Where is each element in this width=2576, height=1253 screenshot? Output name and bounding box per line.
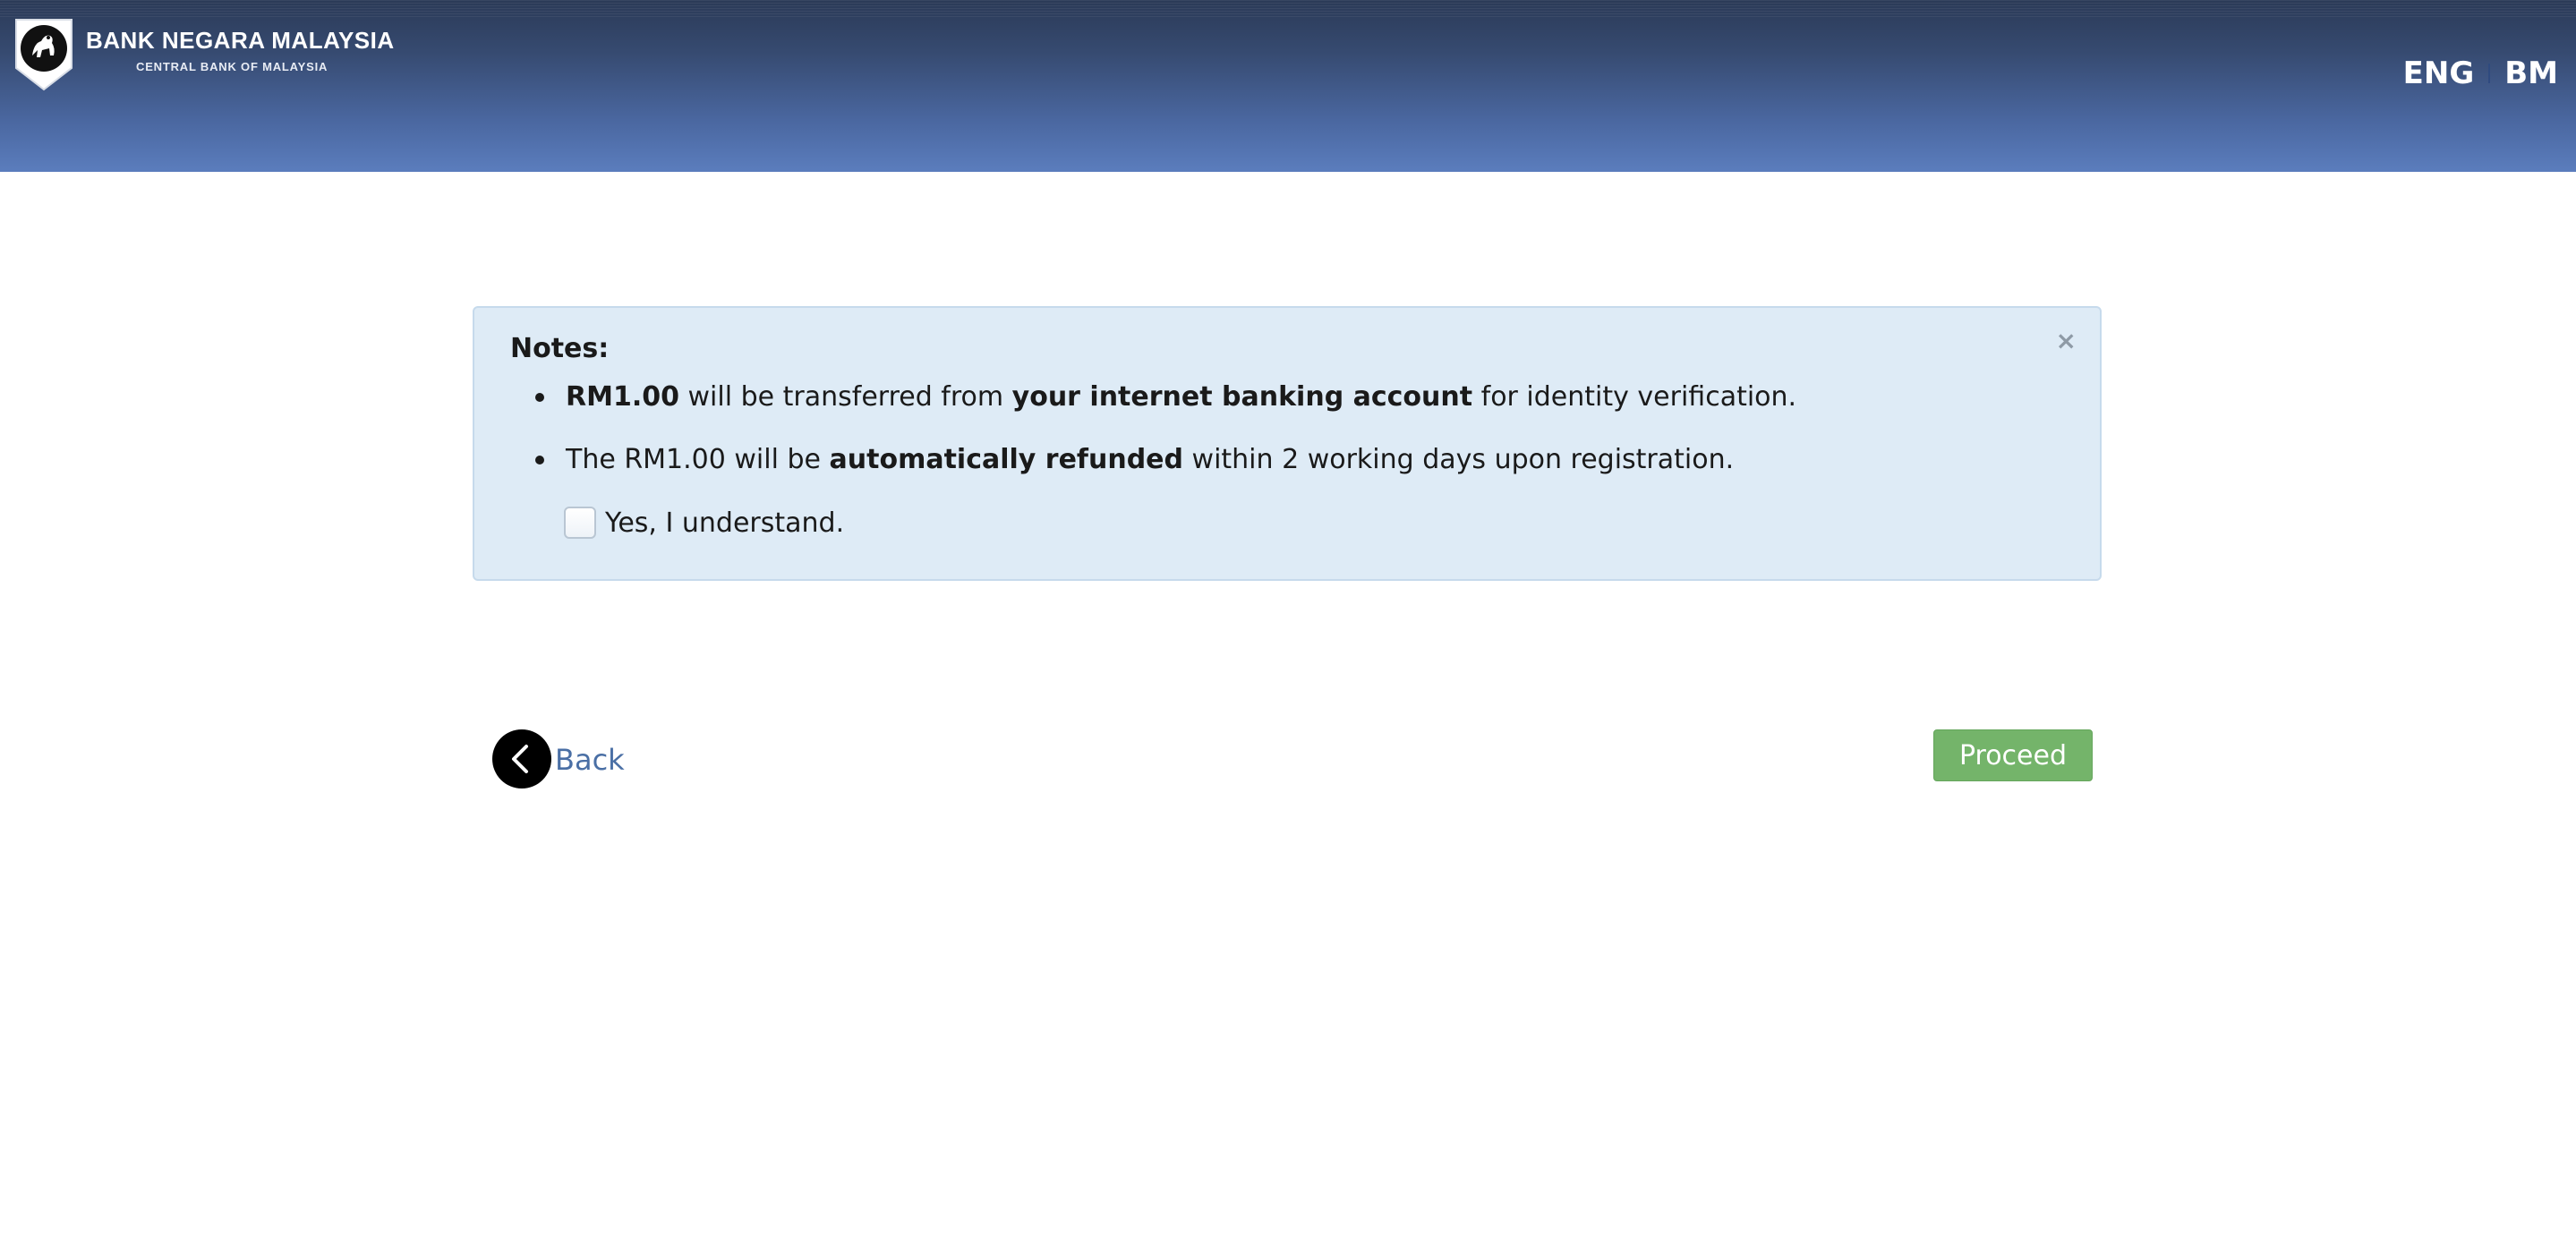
- understand-checkbox-row[interactable]: Yes, I understand.: [564, 507, 844, 539]
- language-divider: [2488, 64, 2491, 83]
- proceed-button[interactable]: Proceed: [1933, 729, 2093, 781]
- understand-checkbox[interactable]: [564, 507, 596, 539]
- language-option-bm[interactable]: BM: [2504, 55, 2558, 91]
- chevron-left-icon[interactable]: [492, 729, 551, 788]
- note-text: The RM1.00 will be automatically refunde…: [566, 444, 1734, 475]
- note-text-segment: within 2 working days upon registration.: [1183, 444, 1735, 475]
- language-option-eng[interactable]: ENG: [2403, 55, 2475, 91]
- site-header: BANK NEGARA MALAYSIA CENTRAL BANK OF MAL…: [0, 0, 2576, 172]
- brand-title: BANK NEGARA MALAYSIA: [86, 27, 395, 54]
- note-refund: automatically refunded: [829, 444, 1183, 475]
- brand-subtitle: CENTRAL BANK OF MALAYSIA: [136, 60, 328, 73]
- notes-alert: Notes: × RM1.00 will be transferred from…: [473, 306, 2102, 581]
- close-icon[interactable]: ×: [2056, 326, 2077, 355]
- header-texture: [0, 0, 2576, 18]
- list-item: RM1.00 will be transferred from your int…: [535, 381, 1796, 413]
- note-amount: RM1.00: [566, 381, 679, 413]
- back-link[interactable]: Back: [555, 743, 625, 777]
- notes-title: Notes:: [510, 333, 610, 364]
- brand: BANK NEGARA MALAYSIA CENTRAL BANK OF MAL…: [86, 27, 395, 73]
- list-item: The RM1.00 will be automatically refunde…: [535, 444, 1734, 475]
- bullet-icon: [535, 392, 544, 402]
- note-account: your internet banking account: [1011, 381, 1473, 413]
- language-switcher: ENG BM: [2403, 55, 2558, 91]
- note-text-segment: The RM1.00 will be: [566, 444, 830, 475]
- back-button[interactable]: Back: [492, 729, 625, 788]
- note-text-segment: for identity verification.: [1472, 381, 1797, 413]
- bullet-icon: [535, 455, 544, 465]
- note-text-segment: will be transferred from: [678, 381, 1012, 413]
- note-text: RM1.00 will be transferred from your int…: [566, 381, 1796, 413]
- understand-checkbox-label[interactable]: Yes, I understand.: [605, 507, 844, 539]
- bnm-crest-icon[interactable]: [13, 16, 75, 93]
